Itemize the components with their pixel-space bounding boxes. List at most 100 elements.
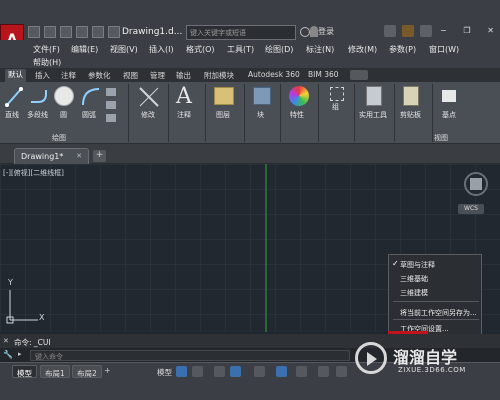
clipboard-icon[interactable] — [403, 86, 419, 106]
basepoint-button-label[interactable]: 基点 — [442, 110, 456, 120]
osnap-icon[interactable] — [276, 366, 287, 377]
minimize-icon[interactable]: − — [440, 26, 447, 38]
clipboard-button-label[interactable]: 剪贴板 — [400, 110, 421, 120]
add-layout-icon[interactable]: + — [104, 366, 111, 375]
close-tab-icon[interactable]: ✕ — [76, 152, 82, 160]
file-tab-drawing1[interactable]: Drawing1* ✕ — [14, 148, 89, 164]
isodraft-icon[interactable] — [254, 366, 265, 377]
window-controls: − ❐ ✕ — [440, 26, 494, 38]
viewport-controls[interactable]: [-][俯视][二维线框] — [3, 168, 64, 178]
modify-button-label[interactable]: 修改 — [141, 110, 155, 120]
line-button-label[interactable]: 直线 — [5, 110, 19, 120]
annotation-scale-icon[interactable] — [336, 366, 347, 377]
command-close-icon[interactable]: ✕ — [3, 337, 9, 345]
menu-insert[interactable]: 插入(I) — [149, 44, 174, 55]
layer-icon[interactable] — [214, 87, 234, 105]
otrack-icon[interactable] — [296, 366, 307, 377]
group-icon[interactable] — [330, 87, 344, 101]
search-icon[interactable] — [300, 27, 310, 37]
menu-item-3d-modeling[interactable]: 三维建模 — [389, 285, 483, 299]
properties-icon[interactable] — [289, 86, 309, 106]
model-space-button[interactable]: 模型 — [153, 365, 176, 378]
print-icon[interactable] — [92, 26, 104, 38]
menu-modify[interactable]: 修改(M) — [348, 44, 377, 55]
polyline-icon[interactable] — [28, 86, 50, 108]
polyline-button-label[interactable]: 多段线 — [27, 110, 48, 120]
calculator-icon[interactable] — [366, 86, 382, 106]
polar-icon[interactable] — [230, 366, 241, 377]
lineweight-icon[interactable] — [318, 366, 329, 377]
utilities-button-label[interactable]: 实用工具 — [359, 110, 387, 120]
tab-insert[interactable]: 插入 — [32, 70, 53, 81]
a360-icon[interactable] — [402, 25, 414, 37]
menu-file[interactable]: 文件(F) — [33, 44, 60, 55]
command-history-text: 命令: _CUI — [14, 338, 51, 347]
draw-panel-label[interactable]: 绘图 — [52, 133, 66, 143]
hatch-icon[interactable] — [106, 101, 116, 109]
checkmark-icon: ✓ — [392, 259, 399, 268]
menu-help[interactable]: 帮助(H) — [33, 57, 61, 68]
arc-button-label[interactable]: 圆弧 — [82, 110, 96, 120]
new-file-icon[interactable] — [28, 26, 40, 38]
help-icon[interactable] — [420, 25, 432, 37]
tab-layout1[interactable]: 布局1 — [40, 365, 70, 378]
boundary-icon[interactable] — [106, 114, 116, 122]
new-tab-button[interactable]: + — [93, 150, 106, 162]
text-icon[interactable]: A — [176, 84, 192, 109]
tab-home[interactable]: 默认 — [5, 69, 26, 82]
save-icon[interactable] — [60, 26, 72, 38]
line-icon[interactable] — [4, 86, 24, 108]
block-icon[interactable] — [253, 87, 271, 105]
menu-tools[interactable]: 工具(T) — [227, 44, 254, 55]
wrench-icon[interactable]: 🔧 — [3, 350, 13, 359]
rectangle-icon[interactable] — [106, 88, 116, 96]
panel-divider — [280, 84, 281, 142]
circle-button-label[interactable]: 圆 — [60, 110, 67, 120]
layer-button-label[interactable]: 图层 — [216, 110, 230, 120]
menu-view[interactable]: 视图(V) — [110, 44, 138, 55]
view-panel-label[interactable]: 视图 — [434, 133, 448, 143]
restore-icon[interactable]: ❐ — [463, 26, 470, 38]
save-as-icon[interactable] — [76, 26, 88, 38]
wcs-button[interactable]: WCS — [458, 204, 484, 214]
tab-model[interactable]: 模型 — [12, 365, 37, 378]
menu-window[interactable]: 窗口(W) — [429, 44, 459, 55]
block-button-label[interactable]: 块 — [257, 110, 264, 120]
tab-addins[interactable]: 附加模块 — [201, 70, 237, 81]
ribbon-options-icon[interactable] — [350, 70, 368, 80]
menu-draw[interactable]: 绘图(D) — [265, 44, 293, 55]
ortho-icon[interactable] — [214, 366, 225, 377]
viewcube-icon[interactable] — [470, 178, 482, 190]
tab-output[interactable]: 输出 — [173, 70, 194, 81]
basepoint-icon[interactable] — [442, 90, 456, 102]
command-input[interactable]: 键入命令 — [30, 350, 350, 361]
arc-icon[interactable] — [80, 86, 102, 108]
close-icon[interactable]: ✕ — [487, 26, 494, 38]
menu-parametric[interactable]: 参数(P) — [389, 44, 416, 55]
tab-layout2[interactable]: 布局2 — [72, 365, 102, 378]
grid-icon[interactable] — [176, 366, 187, 377]
group-button-label[interactable]: 组 — [332, 102, 339, 112]
open-file-icon[interactable] — [44, 26, 56, 38]
menu-item-3d-basics[interactable]: 三维基础 — [389, 271, 483, 285]
tab-view[interactable]: 视图 — [120, 70, 141, 81]
search-input[interactable]: 键入关键字或短语 — [186, 25, 296, 40]
login-link[interactable]: 登录 — [318, 26, 334, 37]
tab-manage[interactable]: 管理 — [147, 70, 168, 81]
menu-edit[interactable]: 编辑(E) — [71, 44, 98, 55]
menu-item-save-workspace-as[interactable]: 将当前工作空间另存为... — [389, 305, 483, 319]
snap-icon[interactable] — [192, 366, 203, 377]
menu-dimension[interactable]: 标注(N) — [306, 44, 334, 55]
tab-parametric[interactable]: 参数化 — [85, 70, 114, 81]
properties-button-label[interactable]: 特性 — [290, 110, 304, 120]
tab-autodesk360[interactable]: Autodesk 360 — [245, 70, 303, 79]
menu-item-drafting-annotation[interactable]: ✓ 草图与注释 — [389, 257, 483, 271]
tab-bim360[interactable]: BIM 360 — [305, 70, 342, 79]
exchange-icon[interactable] — [384, 25, 396, 37]
tab-annotate[interactable]: 注释 — [58, 70, 79, 81]
circle-icon[interactable] — [54, 86, 74, 106]
undo-icon[interactable] — [108, 26, 120, 38]
annotation-button-label[interactable]: 注释 — [177, 110, 191, 120]
menu-format[interactable]: 格式(O) — [186, 44, 215, 55]
move-icon[interactable] — [138, 86, 160, 108]
